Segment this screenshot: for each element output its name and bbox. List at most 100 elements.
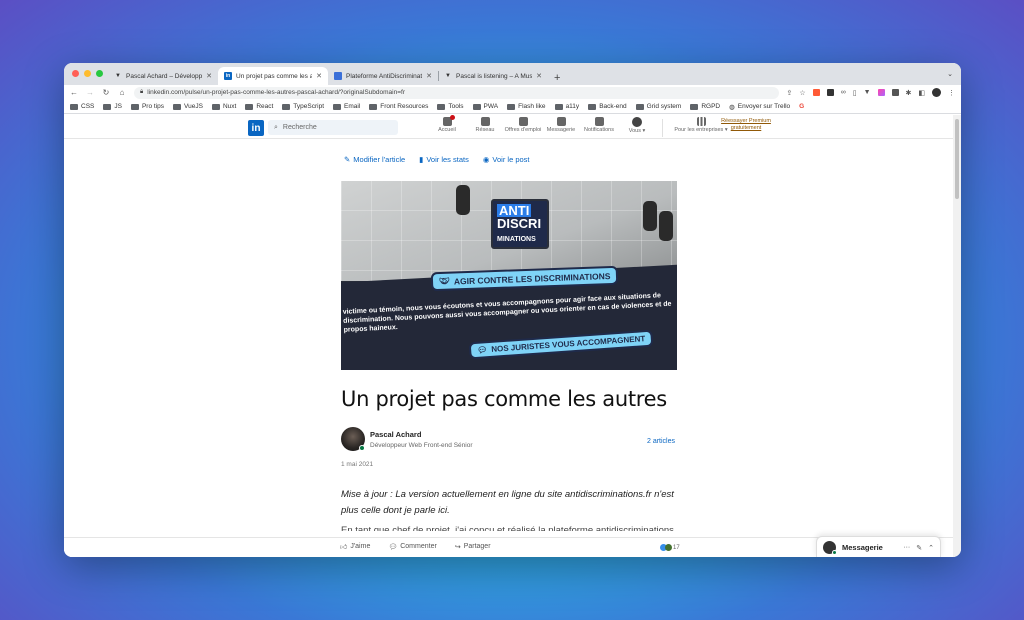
nav-jobs[interactable]: Offres d'emploi bbox=[504, 117, 542, 137]
minimize-window-button[interactable] bbox=[84, 70, 91, 77]
address-toolbar: ← → ↻ ⌂ 🔒︎ linkedin.com/pulse/un-projet-… bbox=[64, 85, 961, 100]
eye-icon: ◉ bbox=[482, 155, 490, 164]
bookmark-folder[interactable]: PWA bbox=[472, 103, 498, 110]
article-paragraph-cut: En tant que chef de projet, j'ai conçu e… bbox=[341, 525, 674, 531]
home-icon bbox=[442, 115, 455, 126]
google-icon[interactable]: G bbox=[799, 103, 804, 110]
forward-arrow-icon[interactable]: → bbox=[86, 88, 94, 97]
back-arrow-icon[interactable]: ← bbox=[70, 88, 78, 97]
bookmark-folder[interactable]: React bbox=[245, 103, 273, 110]
share-arrow-icon: ↪ bbox=[454, 543, 461, 551]
avatar[interactable] bbox=[341, 427, 365, 451]
button-label: Commenter bbox=[400, 543, 437, 550]
bookmark-folder[interactable]: Email bbox=[333, 103, 360, 110]
maximize-window-button[interactable] bbox=[96, 70, 103, 77]
bookmark-folder[interactable]: RGPD bbox=[690, 103, 720, 110]
scrollbar[interactable] bbox=[953, 115, 961, 557]
puzzle-icon[interactable]: ✱ bbox=[906, 89, 912, 97]
new-tab-button[interactable]: + bbox=[548, 72, 566, 84]
folder-icon bbox=[588, 103, 597, 110]
extension-icon[interactable]: ∞ bbox=[841, 89, 846, 96]
bookmark-label: TypeScript bbox=[293, 103, 325, 110]
bookmark-folder[interactable]: Back-end bbox=[588, 103, 627, 110]
share-button[interactable]: ↪ Partager bbox=[455, 542, 491, 551]
close-icon[interactable]: ✕ bbox=[536, 72, 542, 80]
thumbs-up-icon: 👍︎ bbox=[340, 544, 348, 551]
browser-tab[interactable]: ▼ Pascal Achard – Développeur fr ✕ bbox=[108, 67, 218, 85]
close-icon[interactable]: ✕ bbox=[426, 72, 432, 80]
nav-home[interactable]: Accueil bbox=[428, 115, 466, 137]
bookmark-folder[interactable]: TypeScript bbox=[282, 103, 324, 110]
extension-icon[interactable] bbox=[812, 89, 820, 96]
share-icon[interactable]: ⇪ bbox=[787, 89, 793, 97]
like-button[interactable]: 👍︎ J'aime bbox=[340, 542, 370, 551]
folder-icon bbox=[437, 103, 446, 110]
extension-icon[interactable] bbox=[891, 89, 899, 96]
chevron-up-icon[interactable]: ⌃ bbox=[928, 544, 934, 552]
articles-count-link[interactable]: 2 articles bbox=[647, 438, 675, 445]
linkedin-logo[interactable]: in bbox=[248, 120, 264, 136]
author-name[interactable]: Pascal Achard bbox=[370, 430, 473, 439]
nav-network[interactable]: Réseau bbox=[466, 117, 504, 137]
browser-tab[interactable]: Plateforme AntiDiscriminations ✕ bbox=[328, 67, 438, 85]
search-input[interactable]: ⌕ Recherche bbox=[268, 120, 398, 135]
bookmark-folder[interactable]: Front Resources bbox=[369, 103, 428, 110]
browser-tab-active[interactable]: in Un projet pas comme les autres ✕ bbox=[218, 67, 328, 85]
close-icon[interactable]: ✕ bbox=[316, 72, 322, 80]
nav-messaging[interactable]: Messagerie bbox=[542, 117, 580, 137]
nav-me[interactable]: Vous ▾ bbox=[618, 117, 656, 137]
bookmark-trello[interactable]: ◍ Envoyer sur Trello bbox=[729, 103, 790, 111]
view-stats-link[interactable]: ▮ Voir les stats bbox=[419, 155, 469, 164]
reload-icon[interactable]: ↻ bbox=[102, 88, 110, 97]
bookmark-folder[interactable]: Pro tips bbox=[130, 103, 165, 110]
bookmark-folder[interactable]: Nuxt bbox=[211, 103, 237, 110]
close-icon[interactable]: ✕ bbox=[206, 72, 212, 80]
shoe-shape bbox=[643, 201, 657, 231]
bookmark-label: Pro tips bbox=[141, 103, 165, 110]
bookmark-folder[interactable]: Flash like bbox=[507, 103, 546, 110]
extension-icon[interactable] bbox=[826, 89, 834, 96]
messaging-widget[interactable]: Messagerie ··· ✎ ⌃ bbox=[816, 536, 941, 557]
nav-label: Réseau bbox=[475, 127, 495, 133]
view-post-link[interactable]: ◉ Voir le post bbox=[483, 155, 530, 164]
bookmark-folder[interactable]: Grid system bbox=[635, 103, 681, 110]
reactions-summary[interactable]: 17 bbox=[660, 544, 680, 551]
chevron-down-icon[interactable]: ⌄ bbox=[947, 70, 953, 78]
nav-label: Offres d'emploi bbox=[504, 127, 542, 133]
bookmark-folder[interactable]: VueJS bbox=[173, 103, 203, 110]
premium-link[interactable]: Réessayer Premium gratuitement bbox=[720, 118, 772, 132]
profile-avatar[interactable] bbox=[932, 88, 941, 97]
home-icon[interactable]: ⌂ bbox=[118, 88, 126, 97]
scrollbar-thumb[interactable] bbox=[955, 119, 959, 199]
bookmark-folder[interactable]: a11y bbox=[554, 103, 579, 110]
nav-notifications[interactable]: Notifications bbox=[580, 117, 618, 137]
close-window-button[interactable] bbox=[72, 70, 79, 77]
comment-button[interactable]: 💬︎ Commenter bbox=[388, 542, 436, 551]
messaging-label: Messagerie bbox=[842, 543, 883, 552]
browser-tab[interactable]: ▼ Pascal is listening – A Musical ✕ bbox=[438, 67, 548, 85]
extension-icon[interactable] bbox=[877, 89, 885, 96]
extension-icon[interactable]: ▯ bbox=[853, 89, 857, 97]
folder-icon bbox=[211, 103, 220, 110]
star-icon[interactable]: ☆ bbox=[799, 89, 805, 97]
bookmarks-bar: CSS JS Pro tips VueJS Nuxt React TypeScr… bbox=[64, 100, 961, 114]
address-bar[interactable]: 🔒︎ linkedin.com/pulse/un-projet-pas-comm… bbox=[134, 86, 779, 99]
briefcase-icon bbox=[518, 117, 528, 126]
sidebar-icon[interactable]: ◧ bbox=[918, 89, 925, 97]
pencil-icon: ✎ bbox=[344, 155, 351, 164]
edit-article-link[interactable]: ✎ Modifier l'article bbox=[344, 155, 405, 164]
more-horiz-icon[interactable]: ··· bbox=[903, 544, 910, 551]
more-vert-icon[interactable]: ⋮ bbox=[948, 89, 955, 97]
article-cover-image: ANTI DISCRI MINATIONS 🤝︎ AGIR CONTRE LES… bbox=[341, 181, 677, 370]
vercel-triangle-icon[interactable]: ▼ bbox=[864, 89, 871, 96]
vercel-triangle-icon: ▼ bbox=[445, 73, 451, 79]
folder-icon bbox=[173, 103, 182, 110]
author-block[interactable]: Pascal Achard Développeur Web Front-end … bbox=[341, 427, 473, 451]
bookmark-folder[interactable]: CSS bbox=[70, 103, 94, 110]
bookmark-folder[interactable]: Tools bbox=[437, 103, 464, 110]
bookmark-folder[interactable]: JS bbox=[103, 103, 122, 110]
article-edit-bar: ✎ Modifier l'article ▮ Voir les stats ◉ Voi… bbox=[344, 155, 530, 164]
compose-icon[interactable]: ✎ bbox=[916, 544, 922, 552]
search-placeholder: Recherche bbox=[282, 124, 317, 131]
bookmark-label: Nuxt bbox=[222, 103, 237, 110]
